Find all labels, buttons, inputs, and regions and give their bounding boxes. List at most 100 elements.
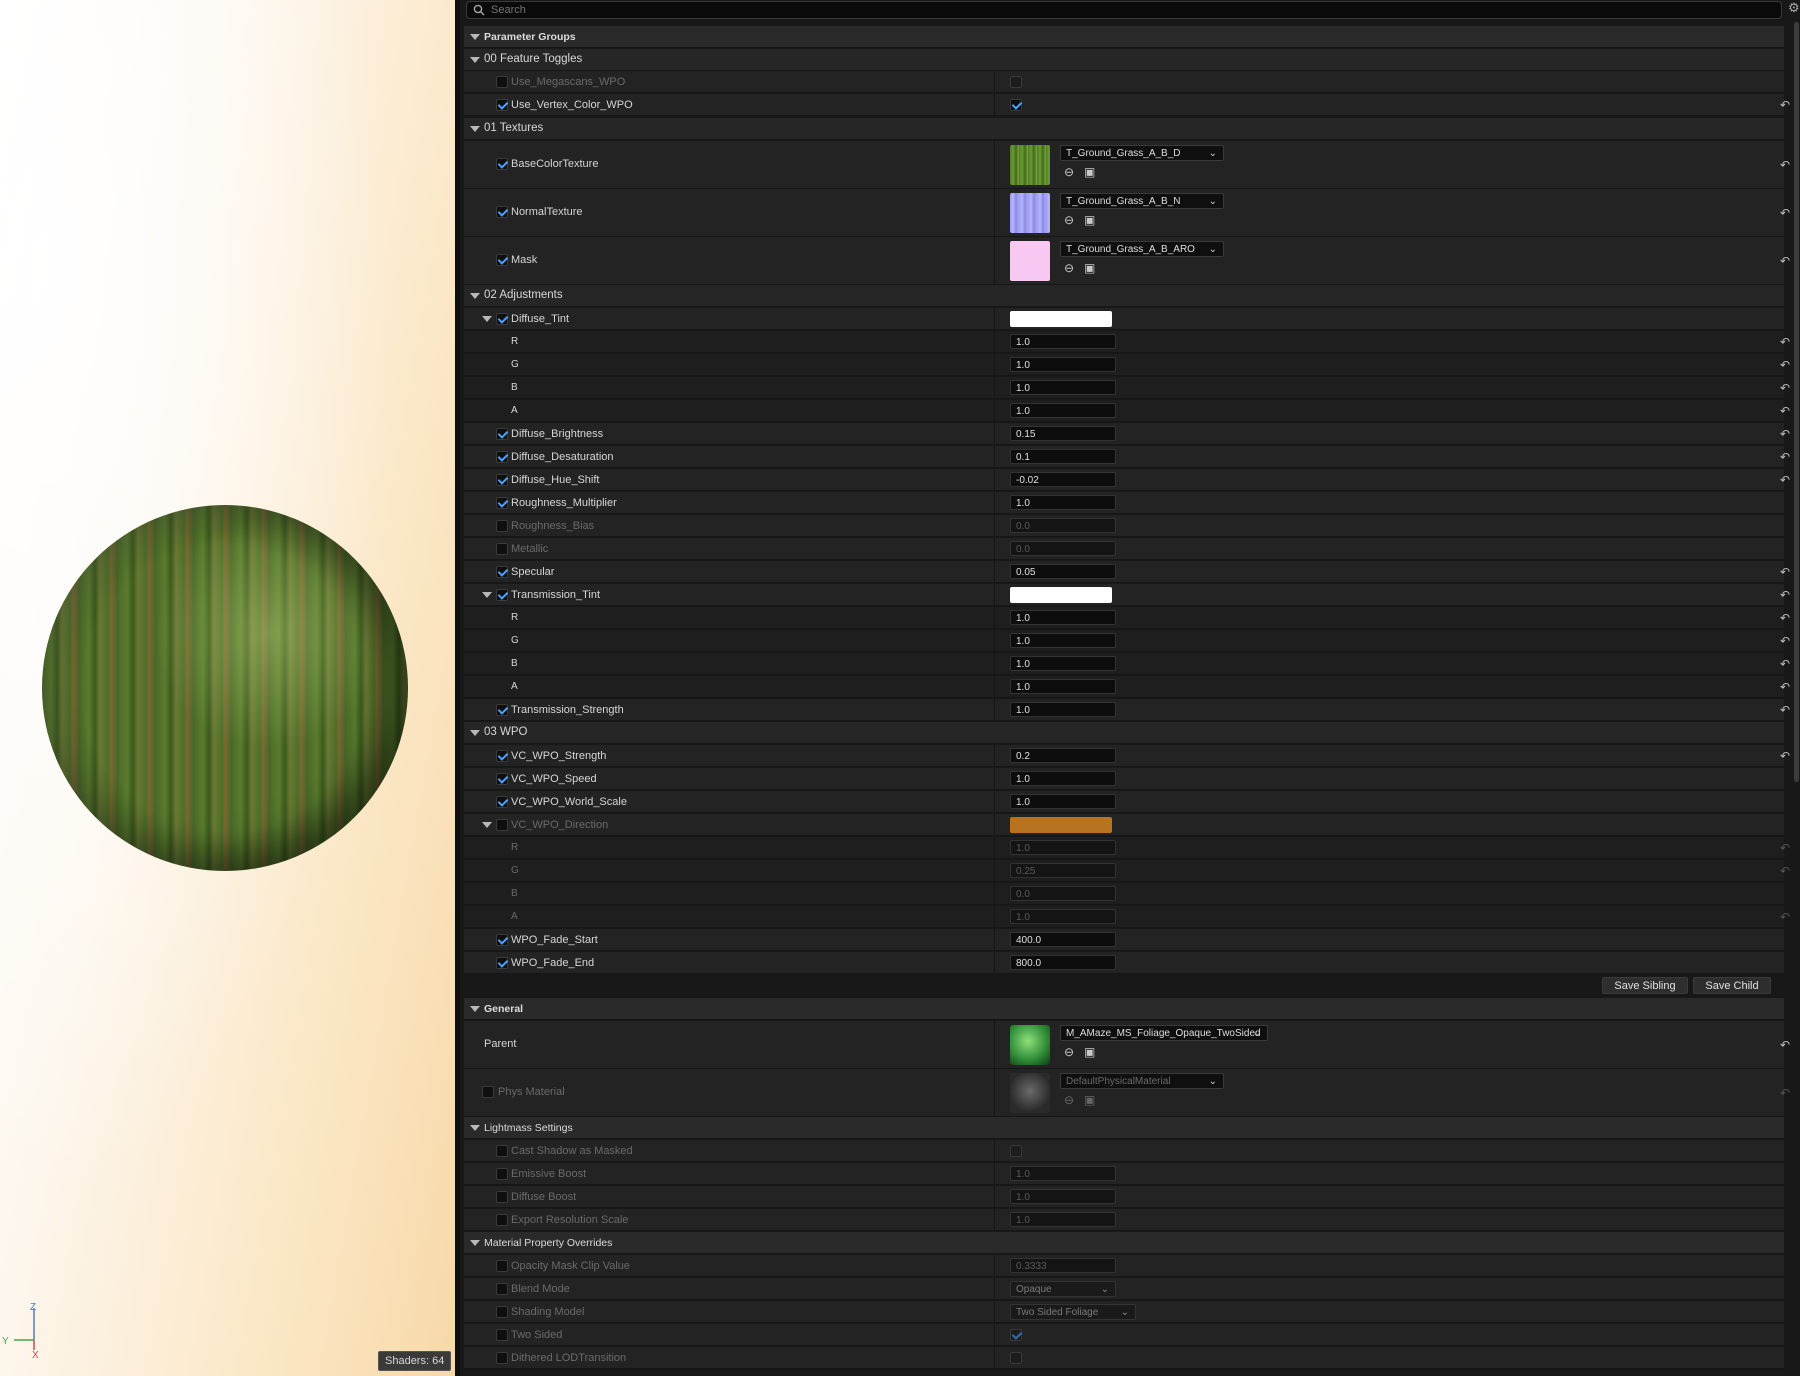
reset-to-default-icon[interactable]: ↶ [1778,680,1792,694]
override-checkbox[interactable] [496,206,508,218]
override-checkbox[interactable] [496,704,508,716]
override-checkbox[interactable] [496,957,508,969]
reset-to-default-icon[interactable]: ↶ [1778,381,1792,395]
override-checkbox[interactable] [496,1168,508,1180]
use-selected-icon[interactable]: ⊖ [1064,1093,1074,1107]
reset-to-default-icon[interactable]: ↶ [1778,404,1792,418]
browse-folder-icon[interactable]: ▣ [1084,261,1095,275]
collapse-arrow-icon[interactable] [470,126,480,132]
numeric-input[interactable]: 1.0 [1010,1189,1116,1204]
color-swatch[interactable] [1010,817,1112,833]
texture-thumbnail[interactable] [1010,241,1050,281]
override-checkbox[interactable] [496,313,508,325]
collapse-arrow-icon[interactable] [470,730,480,736]
numeric-input[interactable]: 800.0 [1010,955,1116,970]
value-checkbox[interactable] [1010,1329,1022,1341]
numeric-input[interactable]: 1.0 [1010,357,1116,372]
use-selected-icon[interactable]: ⊖ [1064,1045,1074,1059]
override-checkbox[interactable] [496,1145,508,1157]
browse-folder-icon[interactable]: ▣ [1084,165,1095,179]
use-selected-icon[interactable]: ⊖ [1064,165,1074,179]
phys-material-thumbnail[interactable] [1010,1073,1050,1113]
numeric-input[interactable]: 400.0 [1010,932,1116,947]
category-parameter-groups[interactable]: Parameter Groups [464,26,1784,48]
numeric-input[interactable]: 1.0 [1010,403,1116,418]
reset-to-default-icon[interactable]: ↶ [1778,450,1792,464]
save-sibling-button[interactable]: Save Sibling [1602,977,1688,994]
value-checkbox[interactable] [1010,76,1022,88]
reset-to-default-icon[interactable]: ↶ [1778,864,1792,878]
texture-thumbnail[interactable] [1010,193,1050,233]
reset-to-default-icon[interactable]: ↶ [1778,335,1792,349]
override-checkbox[interactable] [496,773,508,785]
collapse-arrow-icon[interactable] [470,57,480,63]
reset-to-default-icon[interactable]: ↶ [1778,1038,1792,1052]
reset-to-default-icon[interactable]: ↶ [1778,358,1792,372]
settings-gear-icon[interactable]: ⚙ [1788,1,1800,15]
numeric-input[interactable]: 1.0 [1010,495,1116,510]
collapse-arrow-icon[interactable] [470,293,480,299]
expand-arrow-icon[interactable] [482,592,492,598]
override-checkbox[interactable] [496,934,508,946]
reset-to-default-icon[interactable]: ↶ [1778,473,1792,487]
numeric-input[interactable]: 1.0 [1010,334,1116,349]
collapse-arrow-icon[interactable] [470,34,480,40]
override-checkbox[interactable] [496,451,508,463]
reset-to-default-icon[interactable]: ↶ [1778,657,1792,671]
reset-to-default-icon[interactable]: ↶ [1778,427,1792,441]
numeric-input[interactable]: 1.0 [1010,840,1116,855]
override-checkbox[interactable] [496,589,508,601]
override-checkbox[interactable] [496,497,508,509]
color-swatch[interactable] [1010,311,1112,327]
override-checkbox[interactable] [496,750,508,762]
search-bar[interactable] [466,1,1782,19]
override-checkbox[interactable] [496,1260,508,1272]
browse-folder-icon[interactable]: ▣ [1084,1045,1095,1059]
override-checkbox[interactable] [496,543,508,555]
numeric-input[interactable]: 1.0 [1010,771,1116,786]
shading-model-dropdown[interactable]: Two Sided Foliage ⌄ [1010,1304,1136,1320]
override-checkbox[interactable] [496,520,508,532]
override-checkbox[interactable] [496,1191,508,1203]
asset-picker-dropdown[interactable]: T_Ground_Grass_A_B_D ⌄ [1060,145,1224,161]
override-checkbox[interactable] [496,99,508,111]
parent-material-thumbnail[interactable] [1010,1025,1050,1065]
reset-to-default-icon[interactable]: ↶ [1778,254,1792,268]
reset-to-default-icon[interactable]: ↶ [1778,158,1792,172]
reset-to-default-icon[interactable]: ↶ [1778,749,1792,763]
phys-material-dropdown[interactable]: DefaultPhysicalMaterial ⌄ [1060,1073,1224,1089]
numeric-input[interactable]: 1.0 [1010,679,1116,694]
category-material-property-overrides[interactable]: Material Property Overrides [464,1232,1784,1254]
numeric-input[interactable]: 0.0 [1010,886,1116,901]
override-checkbox[interactable] [482,1086,494,1098]
override-checkbox[interactable] [496,1283,508,1295]
reset-to-default-icon[interactable]: ↶ [1778,98,1792,112]
numeric-input[interactable]: 0.2 [1010,748,1116,763]
numeric-input[interactable]: 1.0 [1010,794,1116,809]
save-child-button[interactable]: Save Child [1693,977,1771,994]
numeric-input[interactable]: 0.0 [1010,541,1116,556]
reset-to-default-icon[interactable]: ↶ [1778,565,1792,579]
browse-folder-icon[interactable]: ▣ [1084,1093,1095,1107]
group-textures[interactable]: 01 Textures [464,118,1784,140]
numeric-input[interactable]: 1.0 [1010,656,1116,671]
numeric-input[interactable]: 0.0 [1010,518,1116,533]
color-swatch[interactable] [1010,587,1112,603]
use-selected-icon[interactable]: ⊖ [1064,261,1074,275]
expand-arrow-icon[interactable] [482,822,492,828]
override-checkbox[interactable] [496,1214,508,1226]
override-checkbox[interactable] [496,474,508,486]
value-checkbox[interactable] [1010,99,1022,111]
group-feature-toggles[interactable]: 00 Feature Toggles [464,49,1784,71]
reset-to-default-icon[interactable]: ↶ [1778,841,1792,855]
override-checkbox[interactable] [496,1352,508,1364]
scrollbar[interactable] [1794,22,1799,782]
numeric-input[interactable]: 1.0 [1010,633,1116,648]
search-input[interactable] [491,2,1771,18]
reset-to-default-icon[interactable]: ↶ [1778,588,1792,602]
override-checkbox[interactable] [496,1306,508,1318]
material-preview-viewport[interactable]: Z Y X Shaders: 64 [0,0,455,1376]
numeric-input[interactable]: 1.0 [1010,610,1116,625]
value-checkbox[interactable] [1010,1145,1022,1157]
texture-thumbnail[interactable] [1010,145,1050,185]
